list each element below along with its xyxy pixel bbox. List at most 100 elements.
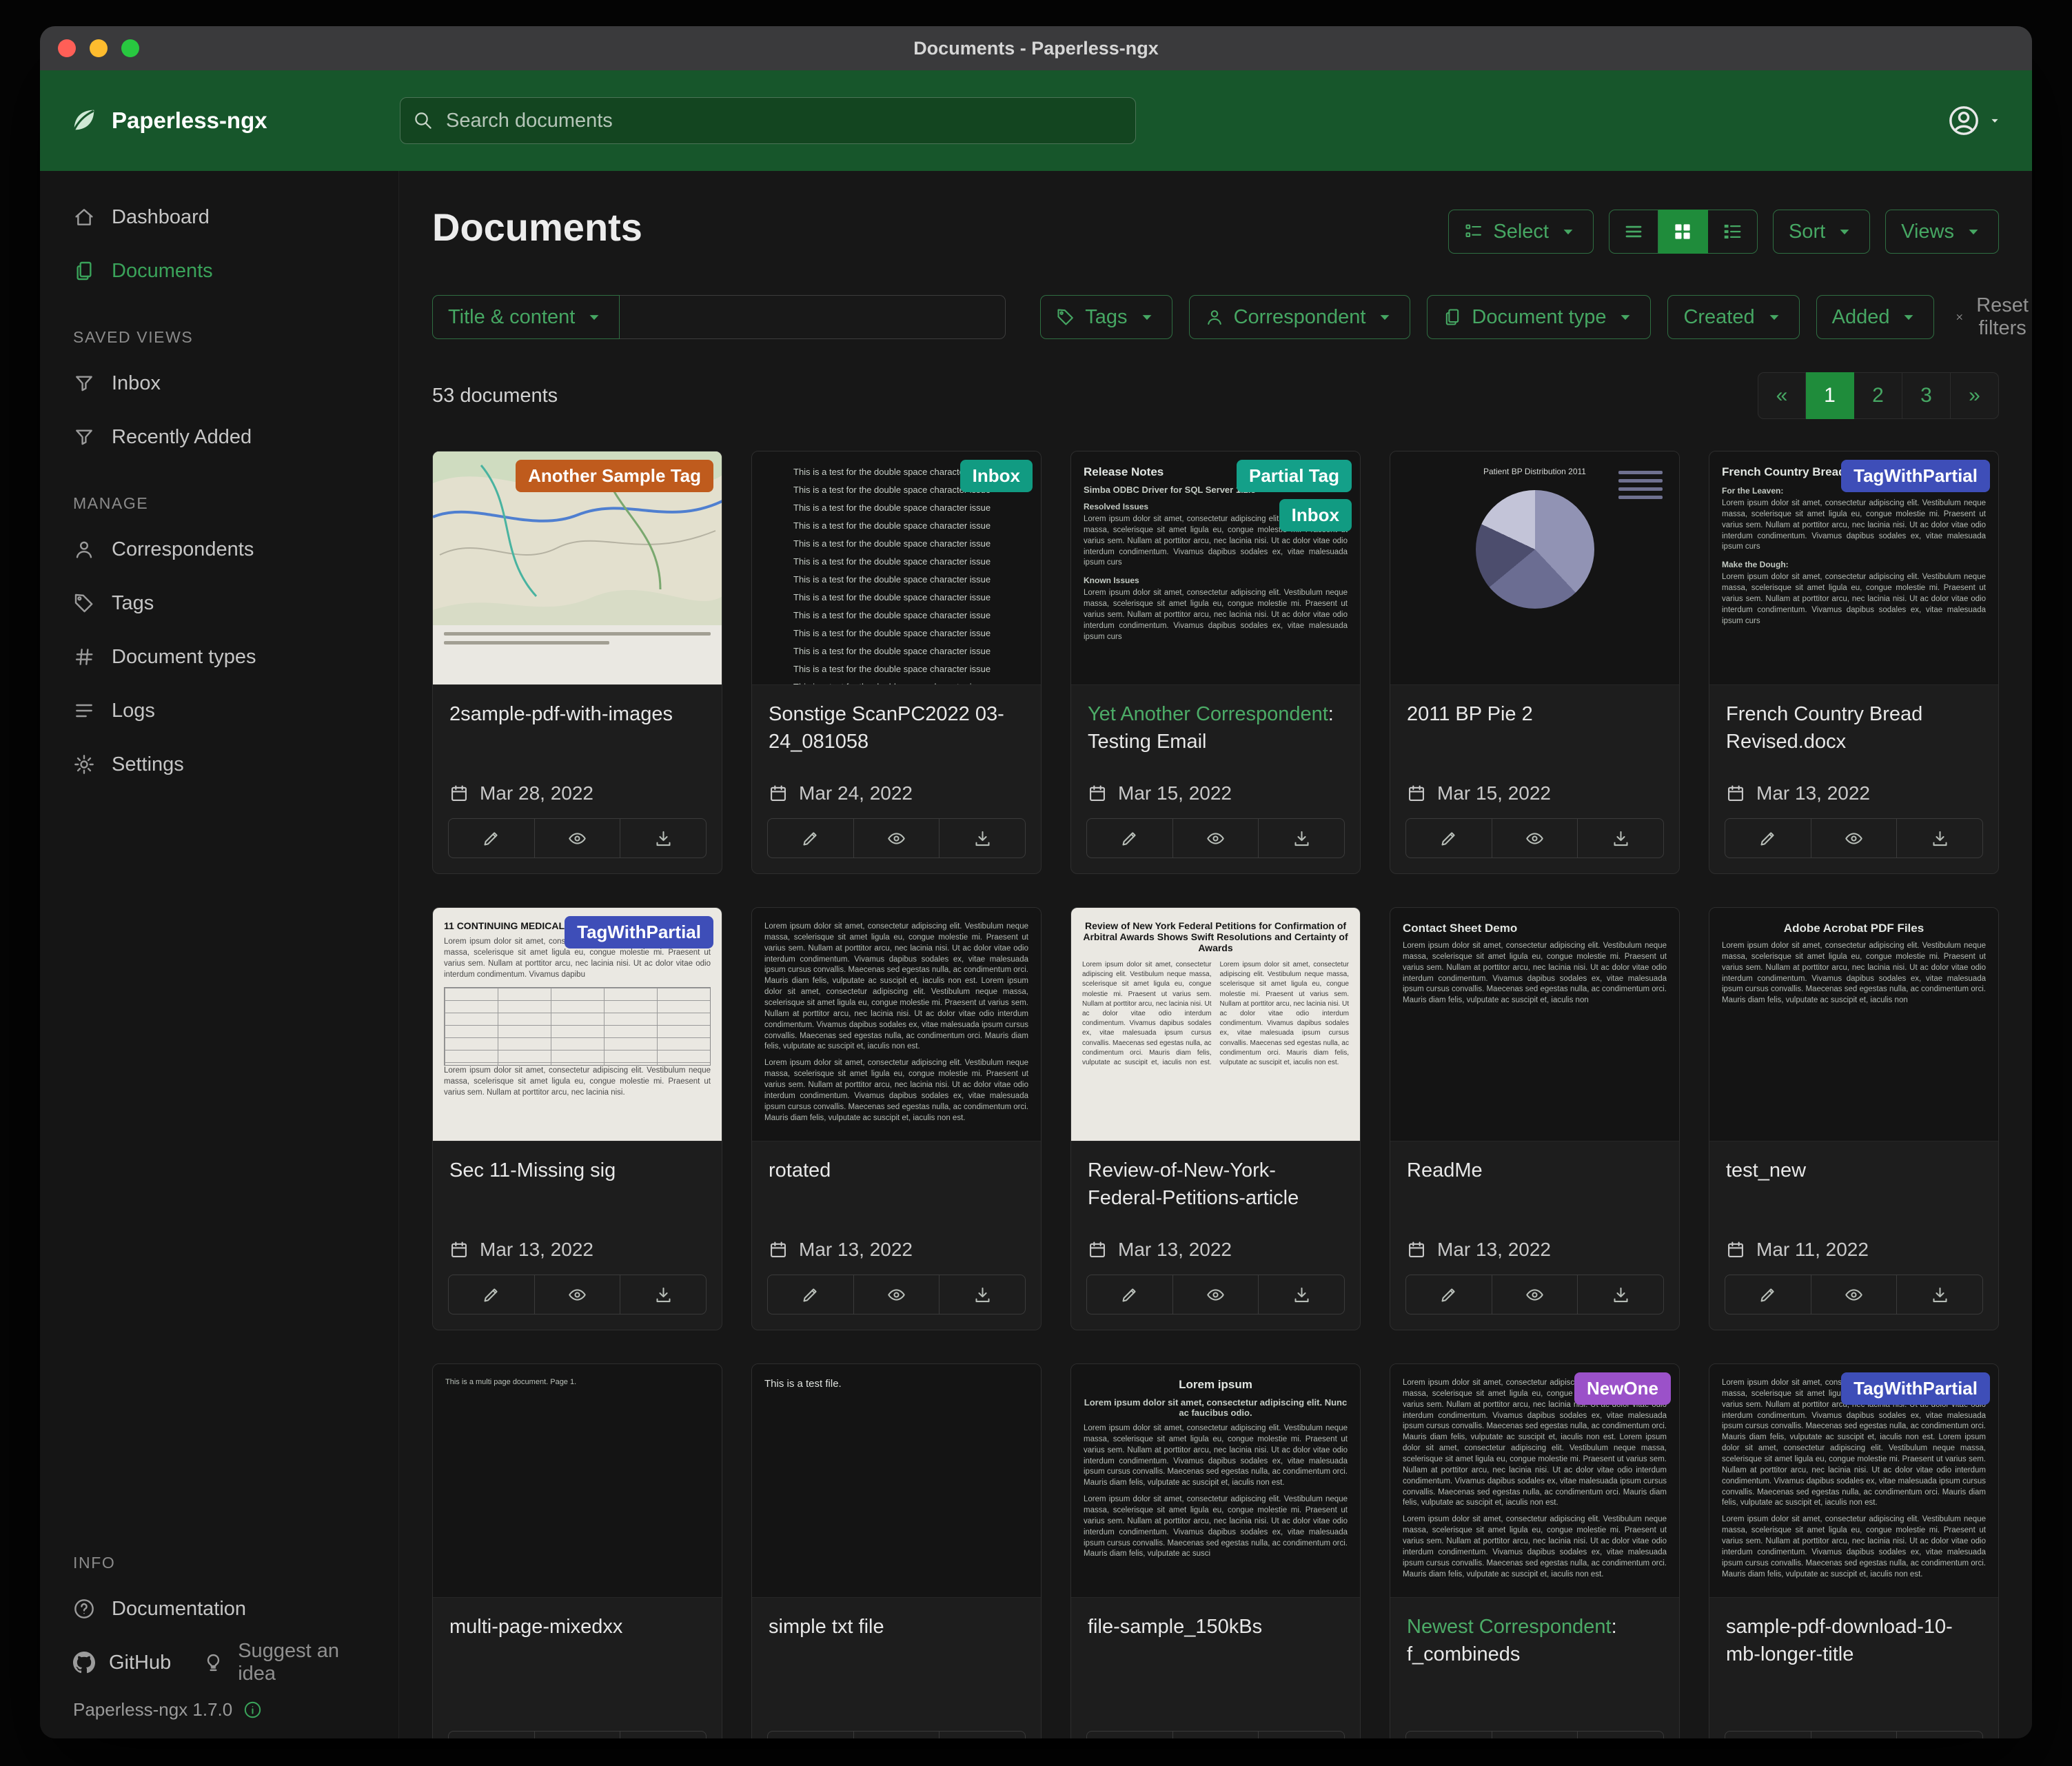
page-next-button[interactable]: »	[1951, 372, 1999, 419]
document-title[interactable]: file-sample_150kBs	[1088, 1613, 1343, 1641]
view-list-button[interactable]	[1609, 210, 1658, 254]
page-button-3[interactable]: 3	[1902, 372, 1951, 419]
view-button[interactable]	[854, 1275, 940, 1315]
sidebar-item-correspondents[interactable]: Correspondents	[40, 522, 398, 576]
document-title[interactable]: 2011 BP Pie 2	[1407, 700, 1663, 728]
document-thumbnail[interactable]: Release NotesSimba ODBC Driver for SQL S…	[1071, 451, 1360, 685]
view-button[interactable]	[1492, 818, 1578, 858]
filter-button-correspondent[interactable]: Correspondent	[1189, 295, 1411, 339]
edit-button[interactable]	[767, 818, 854, 858]
document-correspondent[interactable]: Newest Correspondent	[1407, 1616, 1612, 1638]
edit-button[interactable]	[1725, 1731, 1811, 1738]
reset-filters-button[interactable]: Reset filters	[1951, 294, 2032, 341]
document-thumbnail[interactable]: Review of New York Federal Petitions for…	[1071, 908, 1360, 1141]
title-content-filter-input[interactable]	[620, 295, 1006, 339]
download-button[interactable]	[1578, 818, 1664, 858]
edit-button[interactable]	[1086, 818, 1173, 858]
document-title[interactable]: Newest Correspondent: f_combineds	[1407, 1613, 1663, 1668]
edit-button[interactable]	[448, 818, 535, 858]
tag-chip-tagwithpartial[interactable]: TagWithPartial	[1841, 1372, 1990, 1405]
document-thumbnail[interactable]: Lorem ipsum dolor sit amet, consectetur …	[1390, 1364, 1679, 1598]
edit-button[interactable]	[1086, 1275, 1173, 1315]
view-button[interactable]	[535, 1275, 621, 1315]
sidebar-item-inbox[interactable]: Inbox	[40, 356, 398, 410]
filter-button-created[interactable]: Created	[1667, 295, 1799, 339]
sidebar-item-suggest-idea[interactable]: Suggest an idea	[203, 1640, 378, 1685]
view-button[interactable]	[1173, 818, 1259, 858]
sidebar-item-tags[interactable]: Tags	[40, 576, 398, 630]
edit-button[interactable]	[448, 1275, 535, 1315]
filter-button-added[interactable]: Added	[1816, 295, 1935, 339]
sidebar-item-settings[interactable]: Settings	[40, 738, 398, 791]
document-thumbnail[interactable]: This is a multi page document. Page 1.	[433, 1364, 722, 1598]
download-button[interactable]	[939, 1275, 1026, 1315]
views-button[interactable]: Views	[1885, 210, 1999, 254]
tag-chip-tagwithpartial[interactable]: TagWithPartial	[565, 916, 713, 948]
document-title[interactable]: Review-of-New-York-Federal-Petitions-art…	[1088, 1157, 1343, 1212]
view-button[interactable]	[1492, 1731, 1578, 1738]
tag-chip-another-sample-tag[interactable]: Another Sample Tag	[516, 460, 713, 492]
edit-button[interactable]	[448, 1731, 535, 1738]
document-thumbnail[interactable]: French Country BreadFor the Leaven:Lorem…	[1709, 451, 1998, 685]
sidebar-item-documentation[interactable]: Documentation	[40, 1582, 398, 1636]
page-button-2[interactable]: 2	[1854, 372, 1902, 419]
download-button[interactable]	[1897, 818, 1983, 858]
download-button[interactable]	[620, 1731, 707, 1738]
view-button[interactable]	[854, 818, 940, 858]
view-button[interactable]	[1811, 1275, 1898, 1315]
view-button[interactable]	[1811, 1731, 1898, 1738]
document-title[interactable]: Sec 11-Missing sig	[449, 1157, 705, 1184]
view-button[interactable]	[1173, 1275, 1259, 1315]
close-window-button[interactable]	[58, 39, 76, 57]
download-button[interactable]	[1897, 1731, 1983, 1738]
document-thumbnail[interactable]: This is a test for the double space char…	[752, 451, 1041, 685]
edit-button[interactable]	[1725, 818, 1811, 858]
document-title[interactable]: simple txt file	[769, 1613, 1024, 1641]
tag-chip-tagwithpartial[interactable]: TagWithPartial	[1841, 460, 1990, 492]
view-button[interactable]	[854, 1731, 940, 1738]
edit-button[interactable]	[1405, 1731, 1492, 1738]
document-thumbnail[interactable]: Contact Sheet DemoLorem ipsum dolor sit …	[1390, 908, 1679, 1141]
tag-chip-newone[interactable]: NewOne	[1574, 1372, 1671, 1405]
user-menu[interactable]	[1948, 105, 2002, 136]
document-title[interactable]: sample-pdf-download-10-mb-longer-title	[1726, 1613, 1982, 1668]
document-title[interactable]: French Country Bread Revised.docx	[1726, 700, 1982, 755]
minimize-window-button[interactable]	[90, 39, 108, 57]
document-title[interactable]: 2sample-pdf-with-images	[449, 700, 705, 728]
document-correspondent[interactable]: Yet Another Correspondent	[1088, 703, 1328, 725]
edit-button[interactable]	[767, 1275, 854, 1315]
document-thumbnail[interactable]: Another Sample Tag	[433, 451, 722, 685]
edit-button[interactable]	[1405, 818, 1492, 858]
document-title[interactable]: Sonstige ScanPC2022 03-24_081058	[769, 700, 1024, 755]
download-button[interactable]	[939, 818, 1026, 858]
download-button[interactable]	[939, 1731, 1026, 1738]
view-button[interactable]	[1492, 1275, 1578, 1315]
sidebar-item-document-types[interactable]: Document types	[40, 630, 398, 684]
search-box[interactable]	[400, 97, 1136, 144]
document-thumbnail[interactable]: Patient BP Distribution 2011	[1390, 451, 1679, 685]
document-thumbnail[interactable]: This is a test file.	[752, 1364, 1041, 1598]
document-thumbnail[interactable]: Adobe Acrobat PDF FilesLorem ipsum dolor…	[1709, 908, 1998, 1141]
download-button[interactable]	[1578, 1731, 1664, 1738]
download-button[interactable]	[620, 818, 707, 858]
download-button[interactable]	[1259, 1275, 1345, 1315]
search-input[interactable]	[445, 109, 1123, 133]
document-thumbnail[interactable]: Lorem ipsum dolor sit amet, consectetur …	[1709, 1364, 1998, 1598]
edit-button[interactable]	[1725, 1275, 1811, 1315]
document-title[interactable]: rotated	[769, 1157, 1024, 1184]
view-button[interactable]	[535, 1731, 621, 1738]
sidebar-item-github[interactable]: GitHub	[73, 1652, 171, 1674]
filter-button-tags[interactable]: Tags	[1040, 295, 1172, 339]
tag-chip-inbox[interactable]: Inbox	[960, 460, 1033, 492]
download-button[interactable]	[1259, 818, 1345, 858]
edit-button[interactable]	[1405, 1275, 1492, 1315]
info-circle-icon[interactable]	[243, 1701, 262, 1719]
page-prev-button[interactable]: «	[1758, 372, 1806, 419]
tag-chip-inbox[interactable]: Inbox	[1279, 499, 1352, 531]
brand[interactable]: Paperless-ngx	[68, 105, 400, 136]
view-detail-button[interactable]	[1708, 210, 1758, 254]
sidebar-item-documents[interactable]: Documents	[40, 244, 398, 298]
filter-button-document-type[interactable]: Document type	[1427, 295, 1651, 339]
view-button[interactable]	[535, 818, 621, 858]
document-title[interactable]: Yet Another Correspondent: Testing Email	[1088, 700, 1343, 755]
